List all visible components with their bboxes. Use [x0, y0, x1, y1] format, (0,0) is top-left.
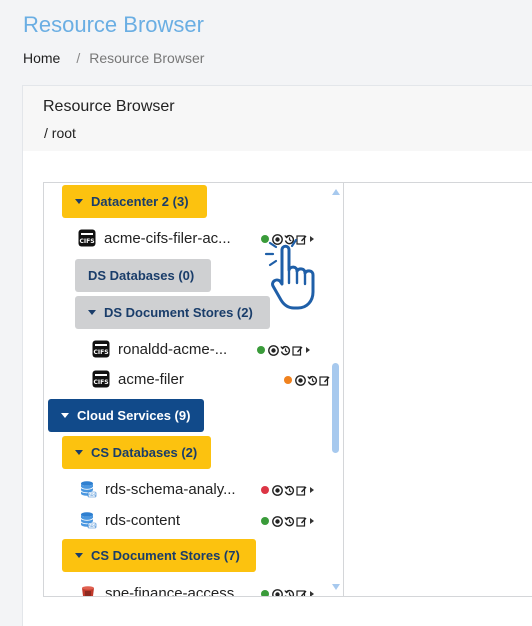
- caret-down-icon[interactable]: [75, 450, 83, 455]
- target-icon[interactable]: [295, 374, 306, 386]
- rds-database-icon: RDS: [79, 511, 97, 529]
- s3-bucket-icon: [79, 584, 97, 596]
- expand-arrow-icon[interactable]: [310, 518, 314, 524]
- row-actions: [261, 483, 314, 497]
- status-dot: [261, 486, 269, 494]
- svg-text:CIFS: CIFS: [93, 349, 108, 356]
- tree-folder-label: DS Document Stores (2): [104, 305, 253, 320]
- tree-folder-label: Datacenter 2 (3): [91, 194, 189, 209]
- tree-folder-ds-databases[interactable]: DS Databases (0): [75, 259, 211, 292]
- card-header: Resource Browser / root: [23, 86, 532, 151]
- target-icon[interactable]: [272, 515, 283, 527]
- tree-leaf-label: spe-finance-access: [105, 584, 235, 597]
- tree-leaf[interactable]: CIFS acme-cifs-filer-ac...: [78, 226, 231, 250]
- scrollbar-thumb[interactable]: [332, 363, 339, 453]
- tree-folder-label: DS Databases (0): [88, 268, 195, 283]
- svg-text:RDS: RDS: [88, 493, 96, 497]
- tree-leaf[interactable]: spe-finance-access: [79, 581, 235, 597]
- caret-down-icon[interactable]: [88, 310, 96, 315]
- tree-folder-label: CS Databases (2): [91, 445, 198, 460]
- tree-folder-label: CS Document Stores (7): [91, 548, 240, 563]
- tree-leaf-label: acme-cifs-filer-ac...: [104, 229, 231, 247]
- cifs-icon: CIFS: [78, 229, 96, 247]
- tree-leaf[interactable]: RDS rds-schema-analy...: [79, 477, 236, 501]
- scroll-up-arrow-icon[interactable]: [332, 189, 340, 195]
- edit-icon[interactable]: [296, 485, 307, 496]
- current-path: / root: [44, 125, 76, 141]
- resource-browser-card: Resource Browser / root Datacenter 2 (3)…: [22, 85, 532, 626]
- page-title: Resource Browser: [23, 12, 204, 37]
- target-icon[interactable]: [272, 588, 283, 596]
- svg-text:CIFS: CIFS: [79, 238, 94, 245]
- history-icon[interactable]: [307, 375, 318, 386]
- svg-text:RDS: RDS: [88, 524, 96, 528]
- tree-folder-label: Cloud Services (9): [77, 408, 191, 423]
- tree-leaf[interactable]: CIFS acme-filer: [92, 367, 184, 391]
- target-icon[interactable]: [268, 344, 279, 356]
- expand-arrow-icon[interactable]: [306, 347, 310, 353]
- cifs-icon: CIFS: [92, 370, 110, 388]
- target-icon[interactable]: [272, 484, 283, 496]
- tree-leaf-label: rds-content: [105, 511, 181, 529]
- details-panel: [344, 182, 532, 597]
- svg-text:CIFS: CIFS: [93, 379, 108, 386]
- edit-icon[interactable]: [292, 345, 303, 356]
- tree-folder-cloud-services[interactable]: Cloud Services (9): [48, 399, 204, 432]
- breadcrumb-separator: /: [76, 50, 81, 66]
- tree-folder-ds-document-stores[interactable]: DS Document Stores (2): [75, 296, 270, 329]
- history-icon[interactable]: [284, 485, 295, 496]
- card-title: Resource Browser: [43, 98, 175, 115]
- breadcrumb-home-link[interactable]: Home: [23, 50, 60, 66]
- edit-icon[interactable]: [296, 516, 307, 527]
- tree-folder-cs-document-stores[interactable]: CS Document Stores (7): [62, 539, 256, 572]
- rds-database-icon: RDS: [79, 480, 97, 498]
- row-actions: [261, 514, 314, 528]
- breadcrumb-current: Resource Browser: [89, 50, 205, 66]
- caret-down-icon[interactable]: [75, 199, 83, 204]
- history-icon[interactable]: [284, 516, 295, 527]
- status-dot: [284, 376, 292, 384]
- status-dot: [257, 346, 265, 354]
- caret-down-icon[interactable]: [61, 413, 69, 418]
- scroll-down-arrow-icon[interactable]: [332, 584, 340, 590]
- breadcrumb: Home / Resource Browser: [23, 50, 204, 66]
- tree-leaf-label: rds-schema-analy...: [105, 480, 236, 498]
- tree-leaf-label: acme-filer: [118, 370, 184, 388]
- tree-leaf[interactable]: RDS rds-content: [79, 508, 180, 532]
- expand-arrow-icon[interactable]: [310, 591, 314, 596]
- edit-icon[interactable]: [296, 589, 307, 596]
- tree-folder-cs-databases[interactable]: CS Databases (2): [62, 436, 211, 469]
- cifs-icon: CIFS: [92, 340, 110, 358]
- tree-leaf[interactable]: CIFS ronaldd-acme-...: [92, 337, 227, 361]
- row-actions: [261, 587, 314, 596]
- history-icon[interactable]: [284, 589, 295, 596]
- status-dot: [261, 517, 269, 525]
- hand-pointer-cursor-icon: [264, 238, 315, 310]
- caret-down-icon[interactable]: [75, 553, 83, 558]
- row-actions: [257, 343, 310, 357]
- history-icon[interactable]: [280, 345, 291, 356]
- status-dot: [261, 590, 269, 596]
- tree-folder-datacenter-2[interactable]: Datacenter 2 (3): [62, 185, 207, 218]
- expand-arrow-icon[interactable]: [310, 487, 314, 493]
- tree-leaf-label: ronaldd-acme-...: [118, 340, 228, 358]
